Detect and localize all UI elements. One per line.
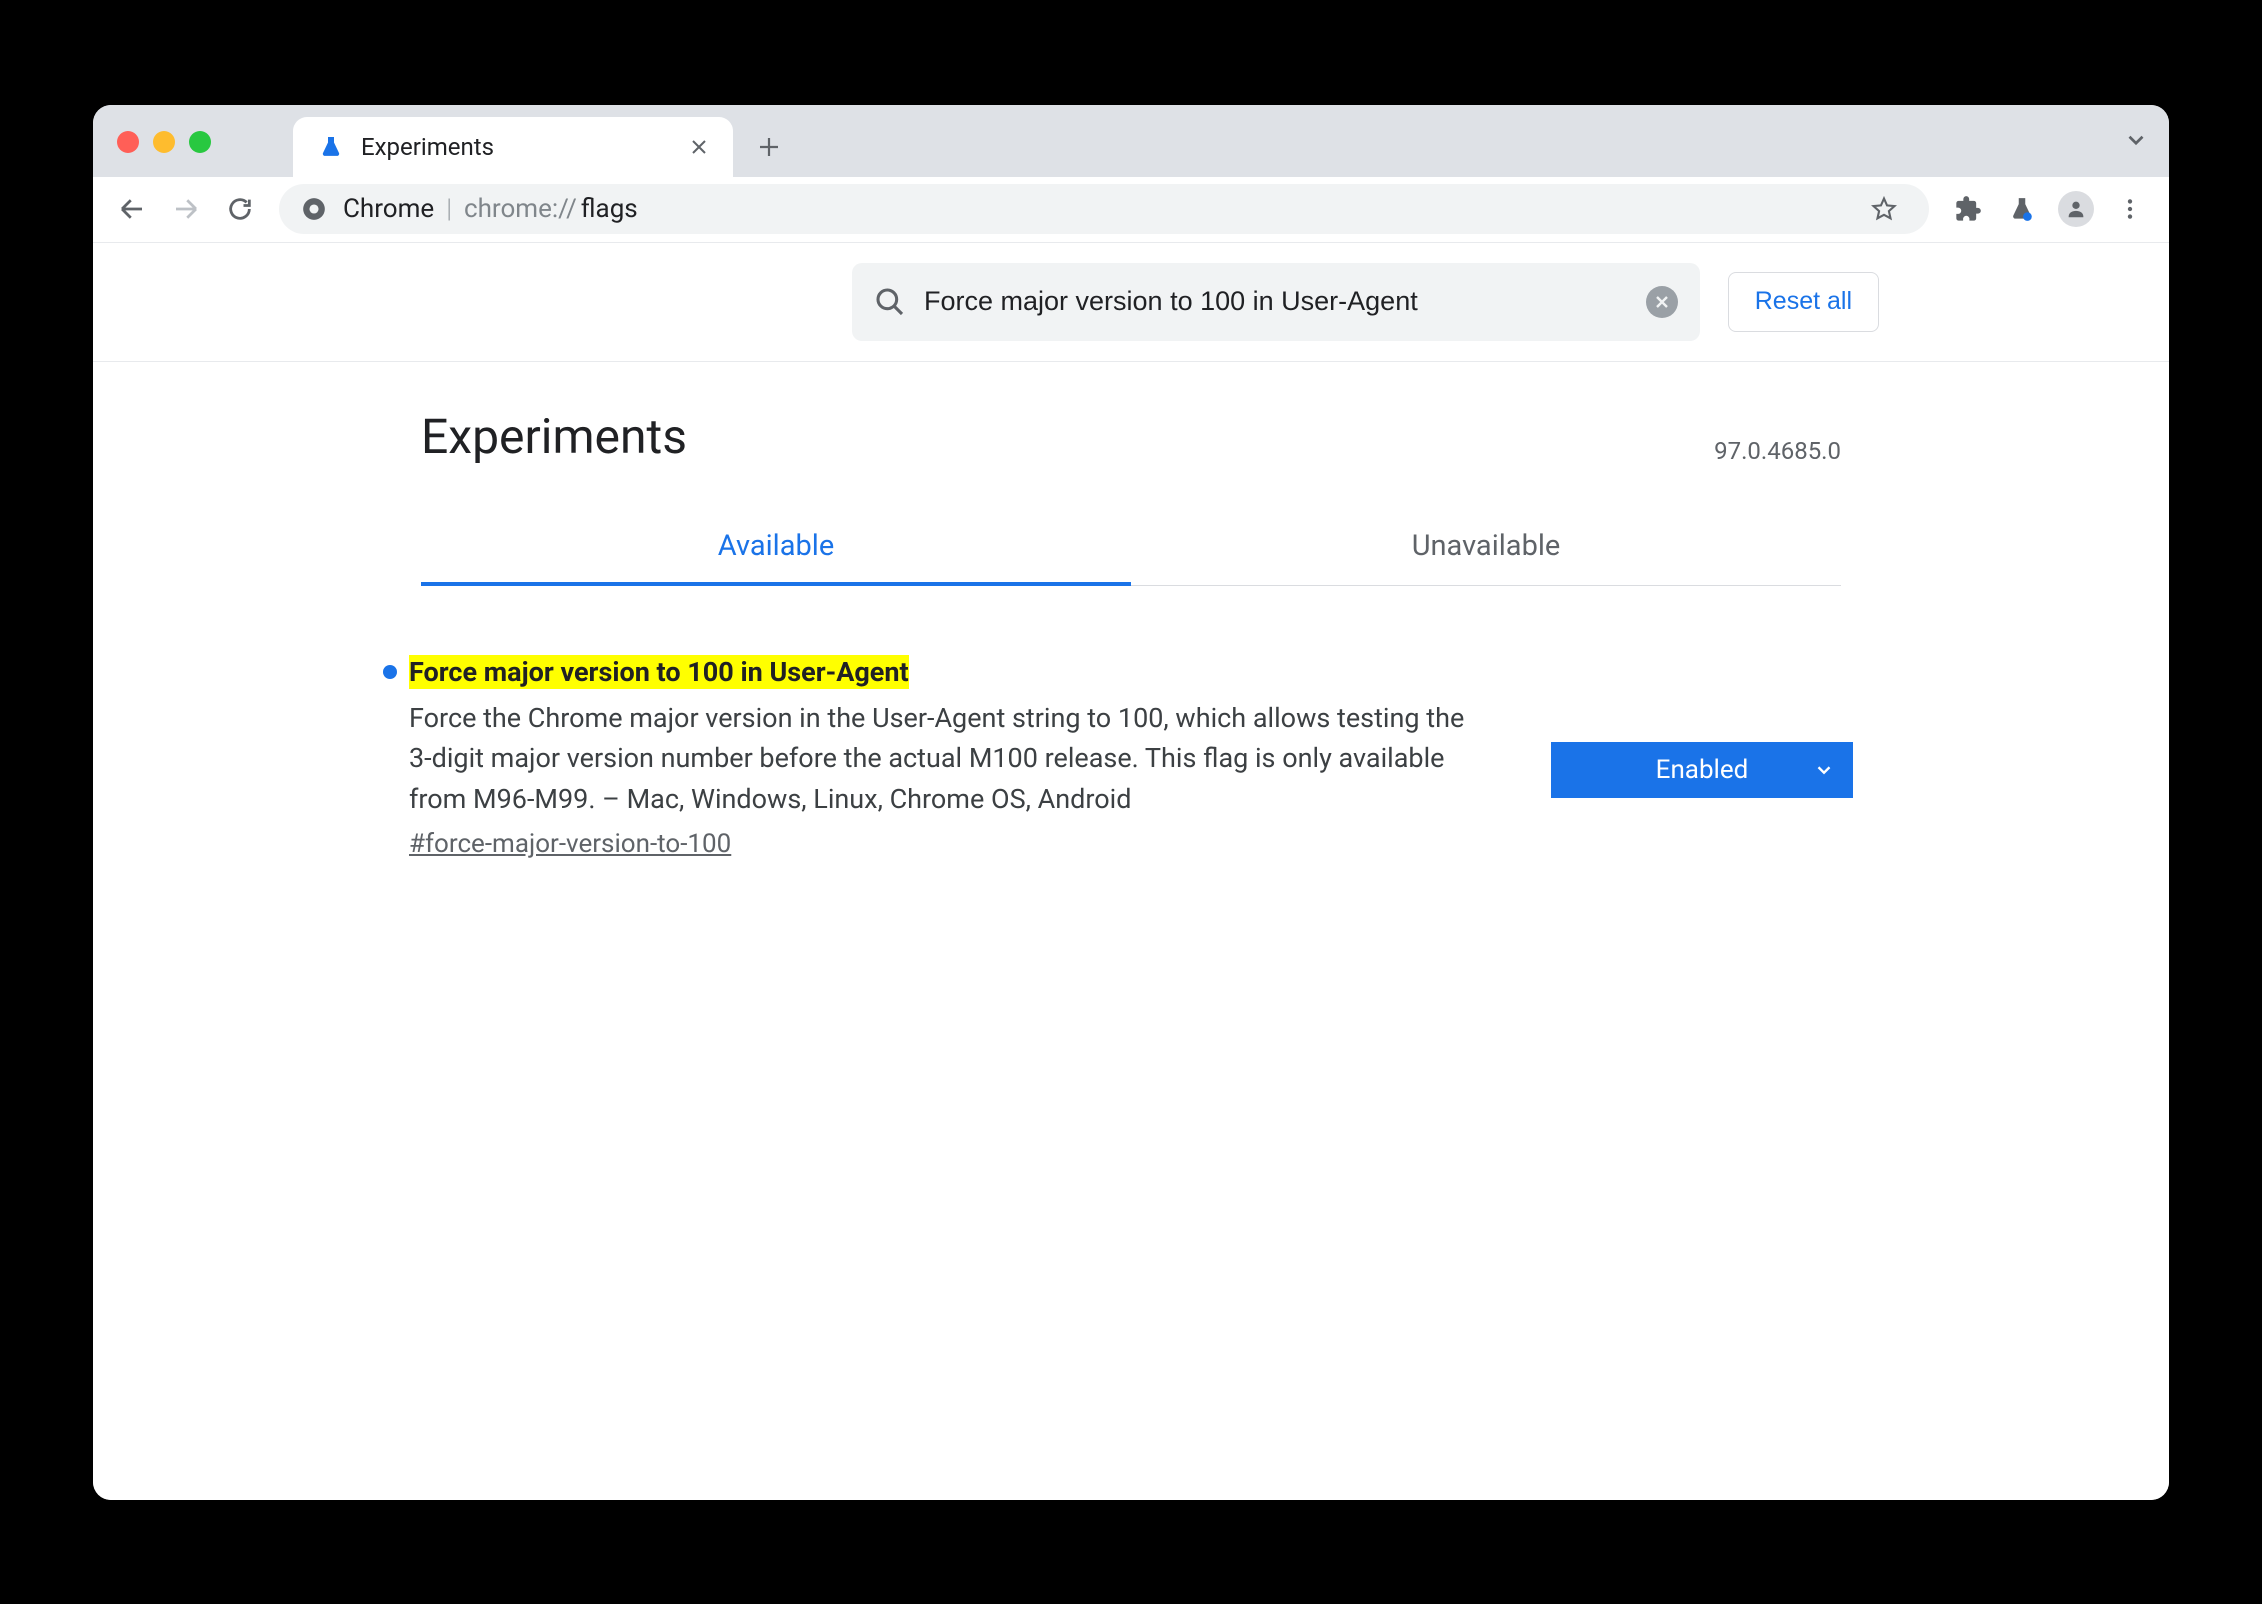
- modified-indicator-dot: [383, 665, 397, 679]
- clear-search-button[interactable]: [1646, 286, 1678, 318]
- version-label: 97.0.4685.0: [1714, 437, 1841, 465]
- menu-button[interactable]: [2107, 186, 2153, 232]
- address-separator: |: [446, 194, 452, 224]
- bookmark-star-icon[interactable]: [1861, 186, 1907, 232]
- search-input[interactable]: [924, 286, 1628, 317]
- extensions-icon[interactable]: [1945, 186, 1991, 232]
- tab-bar: Experiments: [93, 105, 2169, 177]
- chevron-down-icon: [1813, 759, 1835, 781]
- window-maximize-button[interactable]: [189, 131, 211, 153]
- browser-window: Experiments Chrome |: [93, 105, 2169, 1500]
- tab-close-button[interactable]: [685, 133, 713, 161]
- flag-description: Force the Chrome major version in the Us…: [409, 698, 1479, 820]
- new-tab-button[interactable]: [745, 123, 793, 171]
- tab-unavailable[interactable]: Unavailable: [1131, 507, 1841, 585]
- search-box[interactable]: [852, 263, 1700, 341]
- address-scheme: chrome://: [464, 194, 577, 224]
- tabs-row: Available Unavailable: [421, 507, 1841, 586]
- reset-all-button[interactable]: Reset all: [1728, 272, 1879, 332]
- header-row: Experiments 97.0.4685.0: [421, 408, 1841, 465]
- profile-button[interactable]: [2053, 186, 2099, 232]
- flag-title: Force major version to 100 in User-Agent: [409, 655, 909, 689]
- flag-item: Force major version to 100 in User-Agent…: [409, 656, 1853, 860]
- address-bar[interactable]: Chrome | chrome://flags: [279, 184, 1929, 234]
- browser-tab[interactable]: Experiments: [293, 117, 733, 177]
- window-close-button[interactable]: [117, 131, 139, 153]
- traffic-lights: [117, 131, 211, 153]
- page-content: Reset all Experiments 97.0.4685.0 Availa…: [93, 243, 2169, 1500]
- avatar-icon: [2058, 191, 2094, 227]
- page-title: Experiments: [421, 408, 687, 465]
- flag-state-dropdown[interactable]: Enabled: [1551, 742, 1853, 798]
- tab-available[interactable]: Available: [421, 507, 1131, 585]
- tab-title: Experiments: [361, 133, 669, 161]
- toolbar: Chrome | chrome://flags: [93, 177, 2169, 243]
- tabs-overflow-button[interactable]: [2123, 127, 2149, 153]
- flask-icon: [317, 133, 345, 161]
- address-path: flags: [581, 194, 638, 224]
- forward-button[interactable]: [163, 186, 209, 232]
- labs-icon[interactable]: [1999, 186, 2045, 232]
- reload-button[interactable]: [217, 186, 263, 232]
- window-minimize-button[interactable]: [153, 131, 175, 153]
- address-origin: Chrome: [343, 194, 434, 224]
- search-row: Reset all: [93, 243, 2169, 362]
- back-button[interactable]: [109, 186, 155, 232]
- address-text: Chrome | chrome://flags: [343, 194, 638, 224]
- flag-text-block: Force major version to 100 in User-Agent…: [409, 656, 1511, 860]
- flag-permalink[interactable]: #force-major-version-to-100: [409, 829, 731, 859]
- chrome-icon: [301, 196, 327, 222]
- search-icon: [874, 286, 906, 318]
- flag-state-value: Enabled: [1656, 755, 1749, 785]
